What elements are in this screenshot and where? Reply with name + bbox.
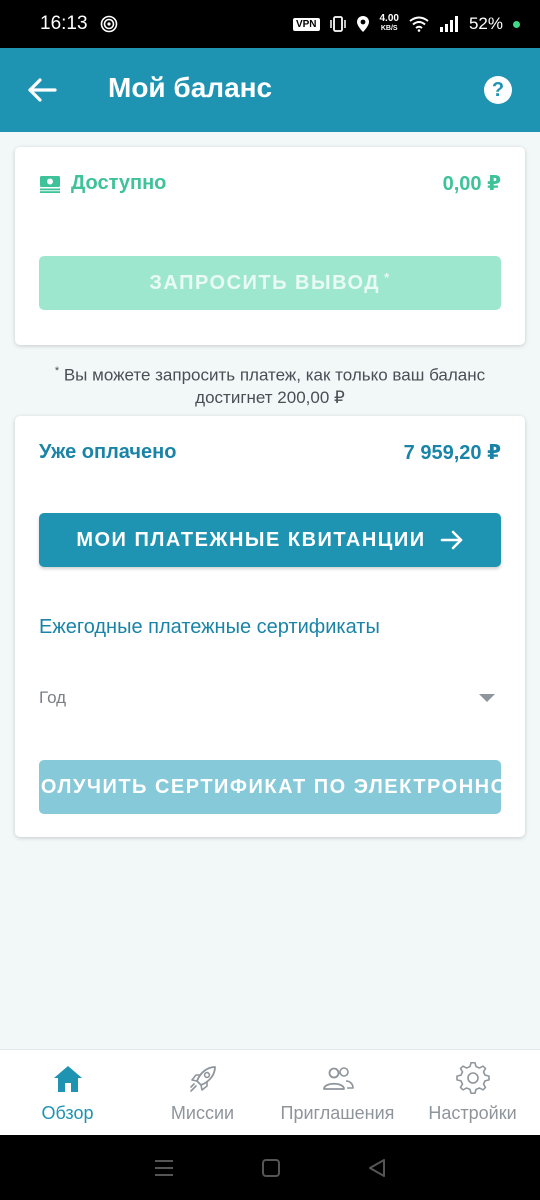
vibrate-icon xyxy=(329,16,346,32)
network-speed: 4.00 KB/S xyxy=(379,13,399,33)
caret-down-icon xyxy=(479,694,495,702)
system-navigation-bar xyxy=(0,1135,540,1200)
nav-label-invitations: Приглашения xyxy=(280,1103,395,1123)
nav-label-overview: Обзор xyxy=(41,1103,94,1123)
status-dot xyxy=(513,20,520,28)
nav-label-missions: Миссии xyxy=(170,1103,235,1123)
status-time: 16:13 xyxy=(40,13,88,34)
available-label: Доступно xyxy=(71,172,167,194)
bottom-navigation: Обзор Миссии Приглашения Настройки xyxy=(0,1049,540,1135)
home-icon xyxy=(53,1066,82,1092)
status-bar: 16:13 VPN 4.00 KB/S 52% xyxy=(0,0,540,48)
minimum-payout-note: * Вы можете запросить платеж, как только… xyxy=(30,360,510,409)
available-row: Доступно 0,00 ₽ xyxy=(39,171,501,196)
available-amount: 0,00 ₽ xyxy=(442,173,501,195)
back-triangle-icon[interactable] xyxy=(367,1158,387,1178)
nav-item-missions[interactable]: Миссии xyxy=(135,1050,270,1135)
arrow-left-icon xyxy=(28,78,57,102)
recents-icon[interactable] xyxy=(153,1158,175,1178)
year-select[interactable]: Год xyxy=(39,678,501,718)
annual-certificates-title: Ежегодные платежные сертификаты xyxy=(39,616,380,638)
withdrawal-asterisk: * xyxy=(384,269,391,285)
wifi-icon xyxy=(409,16,429,32)
page-title: Мой баланс xyxy=(108,72,273,103)
year-select-placeholder: Год xyxy=(39,688,67,707)
paid-row: Уже оплачено 7 959,20 ₽ xyxy=(39,440,501,465)
location-icon xyxy=(356,16,369,32)
email-certificate-button[interactable]: ПОЛУЧИТЬ СЕРТИФИКАТ ПО ЭЛЕКТРОННОЙ ПОЧТЕ xyxy=(39,760,501,814)
paid-label: Уже оплачено xyxy=(39,441,177,463)
signal-icon xyxy=(439,16,458,32)
paid-card: Уже оплачено 7 959,20 ₽ МОИ ПЛАТЕЖНЫЕ КВ… xyxy=(15,416,525,837)
nav-item-settings[interactable]: Настройки xyxy=(405,1050,540,1135)
email-certificate-label: ПОЛУЧИТЬ СЕРТИФИКАТ ПО ЭЛЕКТРОННОЙ ПОЧТЕ xyxy=(39,775,501,798)
rocket-icon xyxy=(189,1066,216,1092)
nav-item-invitations[interactable]: Приглашения xyxy=(270,1050,405,1135)
battery-level: 52% xyxy=(468,14,503,33)
vpn-badge: VPN xyxy=(292,17,320,31)
paid-amount: 7 959,20 ₽ xyxy=(403,442,501,464)
nav-label-settings: Настройки xyxy=(428,1103,517,1123)
users-icon xyxy=(322,1067,354,1090)
help-button[interactable]: ? xyxy=(484,76,512,104)
app-bar: Мой баланс ? xyxy=(0,48,540,132)
money-icon xyxy=(40,175,60,193)
question-icon: ? xyxy=(491,78,505,101)
arrow-right-icon xyxy=(440,530,462,550)
note-text: Вы можете запросить платеж, как только в… xyxy=(59,365,486,407)
payment-receipts-label: МОИ ПЛАТЕЖНЫЕ КВИТАНЦИИ xyxy=(76,528,426,551)
request-withdrawal-label: ЗАПРОСИТЬ ВЫВОД xyxy=(149,271,381,294)
back-button[interactable] xyxy=(26,74,58,106)
target-icon xyxy=(100,15,117,33)
gear-icon xyxy=(455,1062,490,1094)
home-button-icon[interactable] xyxy=(261,1158,281,1178)
nav-item-overview[interactable]: Обзор xyxy=(0,1050,135,1135)
available-balance-card: Доступно 0,00 ₽ ЗАПРОСИТЬ ВЫВОД * xyxy=(15,147,525,345)
payment-receipts-button[interactable]: МОИ ПЛАТЕЖНЫЕ КВИТАНЦИИ xyxy=(39,513,501,567)
request-withdrawal-button[interactable]: ЗАПРОСИТЬ ВЫВОД * xyxy=(39,256,501,310)
